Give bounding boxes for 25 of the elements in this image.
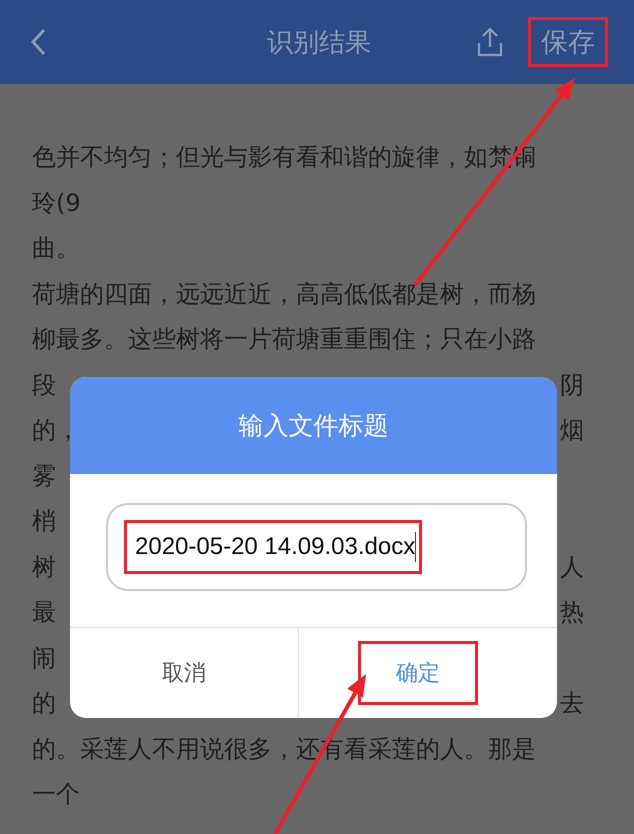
input-field[interactable]: 2020-05-20 14.09.03.docx [106, 503, 527, 591]
body-text: 阴 [560, 370, 584, 400]
body-text: 最 [32, 597, 56, 628]
body-text: 热 [560, 597, 584, 628]
body-text: 曲。 [32, 233, 80, 264]
body-text: 的， [32, 415, 80, 446]
body-text: 闹 [32, 642, 56, 674]
input-value: 2020-05-20 14.09.03.docx [124, 520, 422, 574]
body-text: 人 [560, 552, 584, 582]
cancel-button[interactable]: 取消 [70, 628, 299, 718]
body-text: 树 [32, 552, 56, 582]
dialog-title: 输入文件标题 [238, 410, 388, 442]
body-text: 去 [560, 688, 584, 719]
body-text: 雾 [32, 460, 56, 492]
body-text: 梢 [32, 506, 56, 537]
body-text: 的 [32, 688, 56, 719]
body-text: 柳最多。这些树将一片荷塘重重围住；只在小路 [32, 324, 536, 355]
body-text: 玲(9 [32, 188, 81, 218]
page-title: 识别结果 [267, 26, 371, 60]
body-text: 段 [32, 370, 56, 400]
back-icon[interactable] [30, 28, 46, 56]
body-text: 荷塘的四面，远远近近，高高低低都是树，而杨 [32, 278, 536, 310]
body-text: 一个 [32, 779, 80, 810]
text-cursor [415, 532, 416, 562]
body-text: 烟 [560, 415, 584, 446]
